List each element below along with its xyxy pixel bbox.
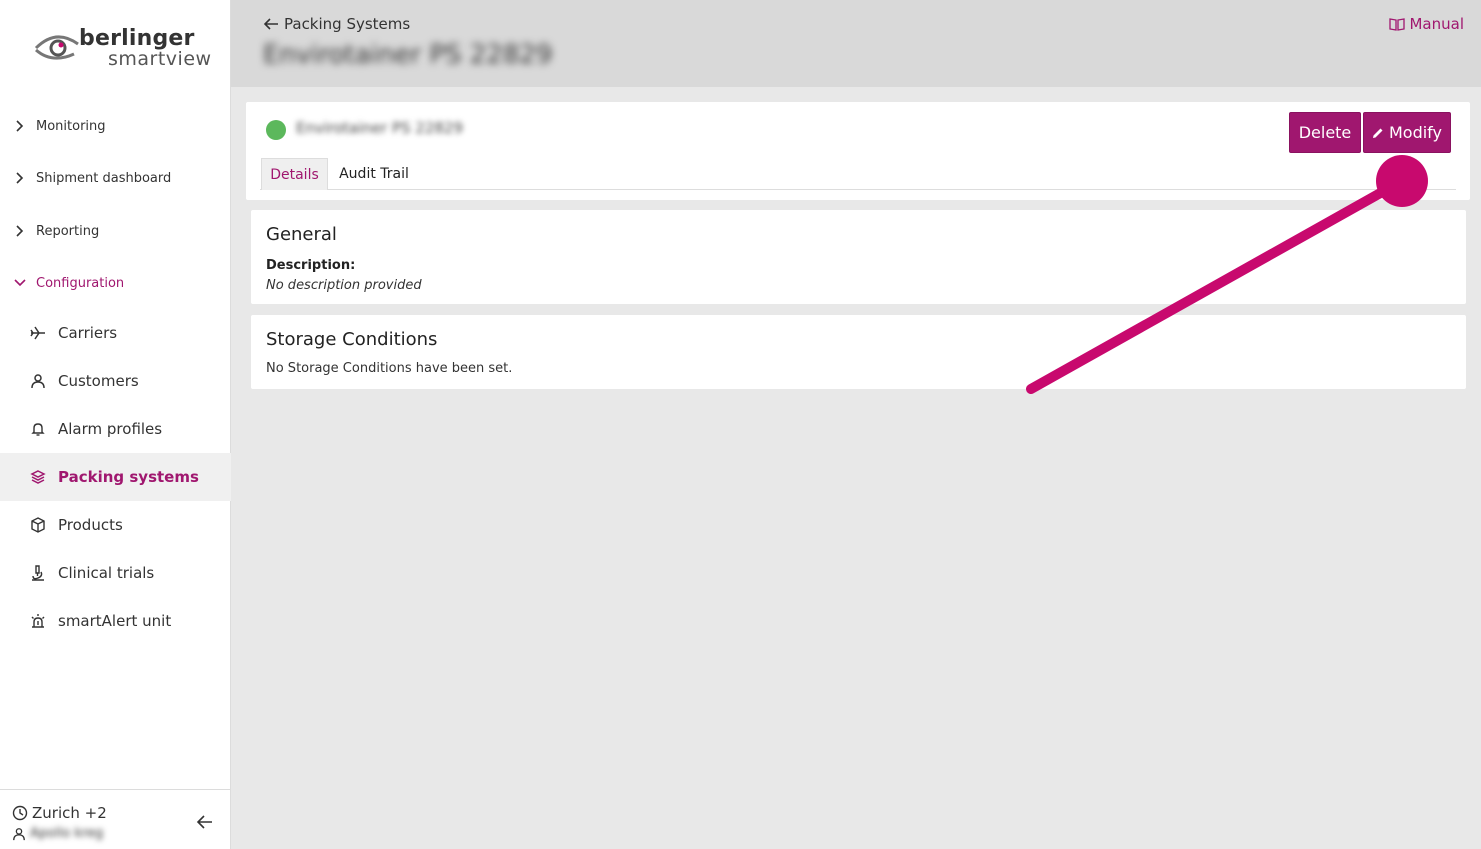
storage-conditions-title: Storage Conditions <box>266 329 438 350</box>
sidebar-item-label: Products <box>58 516 123 534</box>
chevron-right-icon <box>0 120 36 132</box>
tab-audit-trail[interactable]: Audit Trail <box>336 158 412 190</box>
chevron-right-icon <box>0 225 36 237</box>
clock-icon <box>12 805 28 821</box>
sidebar-item-customers[interactable]: Customers <box>0 357 231 405</box>
logo-word-smartview: smartview <box>108 48 212 70</box>
sidebar-item-label: Clinical trials <box>58 564 155 582</box>
arrow-left-icon <box>263 18 278 30</box>
chevron-down-icon <box>0 278 36 288</box>
nav-group-label: Shipment dashboard <box>36 170 172 186</box>
airplane-icon <box>0 325 58 341</box>
delete-button-label: Delete <box>1298 123 1352 142</box>
sidebar-item-label: Customers <box>58 372 139 390</box>
user-menu[interactable]: Apollo kreg <box>12 826 103 841</box>
general-title: General <box>266 224 337 245</box>
status-indicator <box>266 120 286 140</box>
alarm-light-icon <box>0 613 58 629</box>
nav-group-label: Reporting <box>36 223 100 239</box>
back-to-packing-systems-link[interactable]: Packing Systems <box>263 15 410 33</box>
berlinger-logo[interactable]: berlinger smartview <box>34 26 211 76</box>
person-icon <box>0 373 58 389</box>
chevron-right-icon <box>0 172 36 184</box>
tab-details[interactable]: Details <box>261 158 328 190</box>
sidebar-item-clinical-trials[interactable]: Clinical trials <box>0 549 231 597</box>
back-link-label: Packing Systems <box>284 15 411 33</box>
book-icon <box>1389 18 1406 31</box>
packing-system-name: Envirotainer PS 22829 <box>296 119 464 137</box>
nav-group-label: Monitoring <box>36 118 106 134</box>
nav-group-monitoring[interactable]: Monitoring <box>0 111 231 141</box>
cube-icon <box>0 517 58 533</box>
bell-icon <box>0 421 58 437</box>
general-card: General Description: No description prov… <box>251 210 1466 304</box>
manual-label: Manual <box>1409 15 1464 33</box>
storage-conditions-empty-text: No Storage Conditions have been set. <box>266 361 513 376</box>
modify-button-label: Modify <box>1388 123 1442 142</box>
pencil-icon <box>1372 128 1383 138</box>
description-label: Description: <box>266 258 356 273</box>
page-header: Packing Systems Envirotainer PS 22829 Ma… <box>231 0 1481 87</box>
modify-button[interactable]: Modify <box>1363 112 1451 153</box>
username: Apollo kreg <box>30 826 104 841</box>
nav-group-label: Configuration <box>36 275 125 291</box>
sidebar-item-smartalert-unit[interactable]: smartAlert unit <box>0 597 231 645</box>
arrow-left-icon <box>196 815 212 829</box>
sidebar-item-label: Alarm profiles <box>58 420 163 438</box>
sidebar-item-label: Carriers <box>58 324 118 342</box>
sidebar: berlinger smartview Monitoring Shipment … <box>0 0 231 849</box>
collapse-sidebar-button[interactable] <box>196 814 214 834</box>
packing-system-summary-card: Envirotainer PS 22829 Delete Modify Deta… <box>246 102 1470 200</box>
manual-link[interactable]: Manual <box>1389 15 1464 33</box>
nav-group-configuration[interactable]: Configuration <box>0 268 231 298</box>
timezone-label: Zurich +2 <box>32 804 107 822</box>
sidebar-footer: Zurich +2 Apollo kreg <box>0 789 231 849</box>
page-title: Envirotainer PS 22829 <box>263 40 553 70</box>
sidebar-item-label: Packing systems <box>58 468 199 486</box>
description-value: No description provided <box>266 278 422 293</box>
microscope-icon <box>0 565 58 581</box>
nav-group-shipment-dashboard[interactable]: Shipment dashboard <box>0 163 231 193</box>
sidebar-item-packing-systems[interactable]: Packing systems <box>0 453 231 501</box>
storage-conditions-card: Storage Conditions No Storage Conditions… <box>251 315 1466 389</box>
sidebar-item-carriers[interactable]: Carriers <box>0 309 231 357</box>
timezone-indicator[interactable]: Zurich +2 <box>12 804 107 822</box>
user-icon <box>13 827 25 840</box>
sidebar-item-alarm-profiles[interactable]: Alarm profiles <box>0 405 231 453</box>
sidebar-item-label: smartAlert unit <box>58 612 172 630</box>
delete-button[interactable]: Delete <box>1289 112 1361 153</box>
sidebar-item-products[interactable]: Products <box>0 501 231 549</box>
packing-box-icon <box>0 469 58 485</box>
nav-group-reporting[interactable]: Reporting <box>0 216 231 246</box>
detail-tabs: Details Audit Trail <box>260 158 1456 190</box>
eye-logo-icon <box>34 35 79 60</box>
